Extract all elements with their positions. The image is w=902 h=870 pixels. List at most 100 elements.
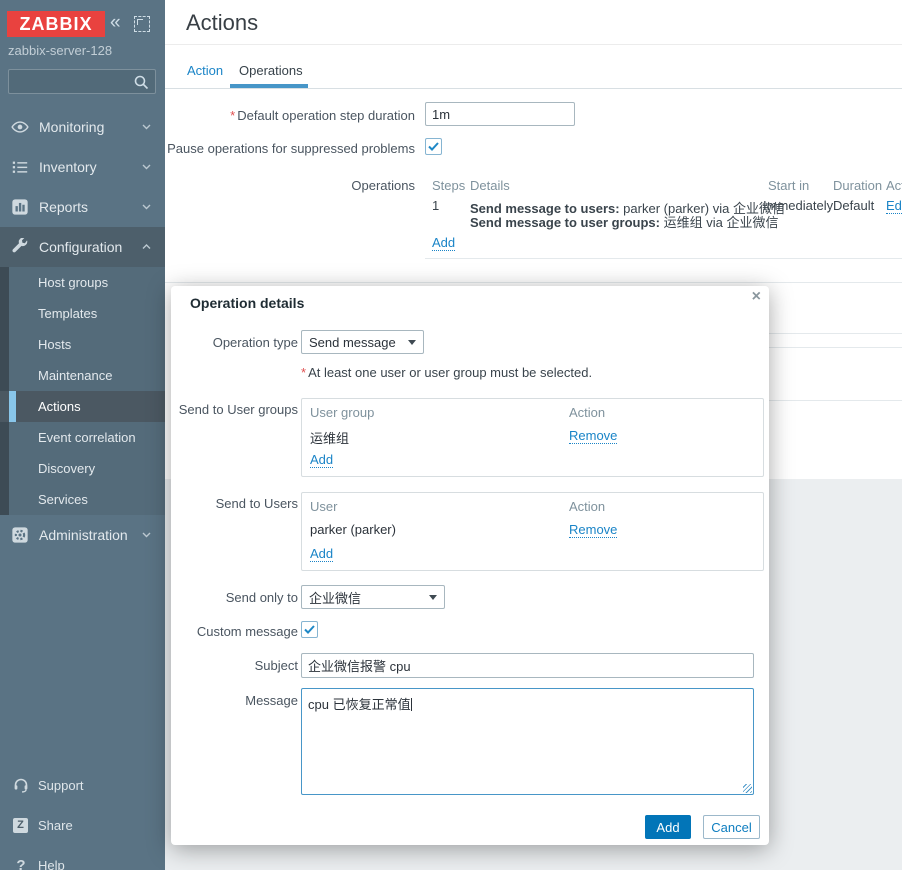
sidebar-item-label: Inventory	[39, 159, 97, 175]
chevron-down-icon	[408, 339, 416, 345]
sidebar-item-administration[interactable]: Administration	[0, 515, 165, 555]
sidebar-item-help[interactable]: ? Help	[0, 849, 165, 870]
row-step: 1	[432, 198, 440, 213]
col-header-duration: Duration	[833, 178, 883, 193]
required-mark: *	[301, 365, 307, 380]
operations-add-link[interactable]: Add	[432, 235, 456, 251]
chevron-down-icon	[142, 532, 151, 538]
user-group-remove-link[interactable]: Remove	[569, 428, 618, 444]
send-only-to-select[interactable]: 企业微信	[301, 585, 445, 609]
gear-icon	[12, 527, 28, 543]
row-duration: Default	[833, 198, 875, 213]
col-header-action: Action	[569, 499, 606, 514]
sidebar-item-label: Monitoring	[39, 119, 105, 135]
server-name: zabbix-server-128	[8, 43, 113, 58]
user-groups-box: User group Action 运维组 Remove Add	[301, 398, 764, 477]
dialog-title: Operation details	[190, 295, 305, 311]
operation-type-select[interactable]: Send message	[301, 330, 424, 354]
col-header-start-in: Start in	[768, 178, 810, 193]
cancel-button[interactable]: Cancel	[703, 815, 760, 839]
collapse-sidebar-icon[interactable]: «	[110, 12, 121, 34]
custom-message-checkbox[interactable]	[301, 621, 318, 638]
send-to-user-groups-label: Send to User groups	[178, 402, 298, 417]
pause-checkbox[interactable]	[425, 138, 442, 155]
user-group-name: 运维组	[310, 431, 350, 446]
wrench-icon	[12, 238, 28, 253]
row-start-in: Immediately	[763, 198, 834, 213]
user-name: parker (parker)	[310, 522, 396, 537]
col-header-user-group: User group	[310, 405, 375, 420]
search-input[interactable]	[8, 69, 156, 94]
operation-type-label: Operation type	[212, 335, 298, 350]
sidebar-item-services[interactable]: Services	[0, 484, 165, 515]
col-header-action: Action	[886, 178, 902, 193]
users-box: User Action parker (parker) Remove Add	[301, 492, 764, 571]
col-header-steps: Steps	[432, 178, 466, 193]
checkmark-icon	[428, 142, 439, 151]
table-bottom-border	[425, 258, 902, 259]
configuration-submenu: Host groups Templates Hosts Maintenance …	[0, 267, 165, 515]
bar-chart-icon	[12, 199, 28, 215]
operation-details-dialog: Operation details × Operation type Send …	[171, 286, 769, 845]
sidebar-item-discovery[interactable]: Discovery	[0, 453, 165, 484]
duration-label: * Default operation step duration	[230, 108, 415, 123]
tab-bar-divider	[165, 88, 902, 89]
operations-label: Operations	[351, 178, 415, 193]
duration-input[interactable]: 1m	[425, 102, 575, 126]
chevron-down-icon	[142, 164, 151, 170]
resize-grip[interactable]	[743, 784, 752, 793]
sidebar-item-hosts[interactable]: Hosts	[0, 329, 165, 360]
add-button[interactable]: Add	[645, 815, 691, 839]
sidebar-item-actions[interactable]: Actions	[0, 391, 165, 422]
tab-operations[interactable]: Operations	[239, 63, 303, 78]
message-label: Message	[245, 693, 298, 708]
header-divider	[165, 44, 902, 45]
col-header-action: Action	[569, 405, 606, 420]
sidebar-item-host-groups[interactable]: Host groups	[0, 267, 165, 298]
sidebar: ZABBIX « zabbix-server-128 Monitoring In…	[0, 0, 165, 870]
user-add-link[interactable]: Add	[310, 546, 334, 562]
chevron-up-icon	[142, 244, 151, 249]
chevron-down-icon	[142, 204, 151, 210]
zabbix-logo[interactable]: ZABBIX	[7, 11, 105, 37]
bg-row-divider	[165, 282, 902, 283]
custom-message-label: Custom message	[196, 624, 298, 639]
sidebar-item-templates[interactable]: Templates	[0, 298, 165, 329]
sidebar-item-label: Help	[38, 857, 65, 870]
row-edit-link[interactable]: Edit	[886, 198, 902, 214]
eye-icon	[11, 121, 29, 133]
user-group-add-link[interactable]: Add	[310, 452, 334, 468]
text-caret	[410, 698, 412, 711]
sidebar-item-monitoring[interactable]: Monitoring	[0, 107, 165, 147]
sidebar-item-maintenance[interactable]: Maintenance	[0, 360, 165, 391]
sidebar-item-reports[interactable]: Reports	[0, 187, 165, 227]
sidebar-item-label: Support	[38, 777, 84, 793]
subject-input[interactable]: 企业微信报警 cpu	[301, 653, 754, 678]
sidebar-item-label: Share	[38, 817, 73, 833]
sidebar-item-share[interactable]: Z Share	[0, 809, 165, 841]
send-only-to-label: Send only to	[225, 590, 298, 605]
search-icon	[134, 75, 149, 90]
message-textarea[interactable]: cpu 已恢复正常值	[301, 688, 754, 795]
sidebar-item-event-correlation[interactable]: Event correlation	[0, 422, 165, 453]
required-hint: * At least one user or user group must be…	[301, 365, 593, 380]
col-header-details: Details	[470, 178, 510, 193]
kiosk-mode-icon[interactable]	[134, 16, 150, 32]
sidebar-item-label: Reports	[39, 199, 89, 215]
close-icon[interactable]: ×	[752, 288, 761, 306]
headset-icon	[14, 778, 28, 793]
help-icon: ?	[16, 856, 26, 870]
sidebar-item-inventory[interactable]: Inventory	[0, 147, 165, 187]
checkmark-icon	[304, 625, 315, 634]
tab-action[interactable]: Action	[187, 63, 223, 78]
sidebar-item-label: Configuration	[39, 239, 123, 255]
list-icon	[12, 161, 28, 173]
sidebar-item-support[interactable]: Support	[0, 769, 165, 801]
page-title: Actions	[186, 10, 259, 35]
sidebar-item-configuration[interactable]: Configuration	[0, 227, 165, 267]
required-mark: *	[230, 108, 236, 123]
chevron-down-icon	[142, 124, 151, 130]
sidebar-item-label: Administration	[39, 527, 128, 543]
send-to-users-label: Send to Users	[215, 496, 298, 511]
user-remove-link[interactable]: Remove	[569, 522, 618, 538]
